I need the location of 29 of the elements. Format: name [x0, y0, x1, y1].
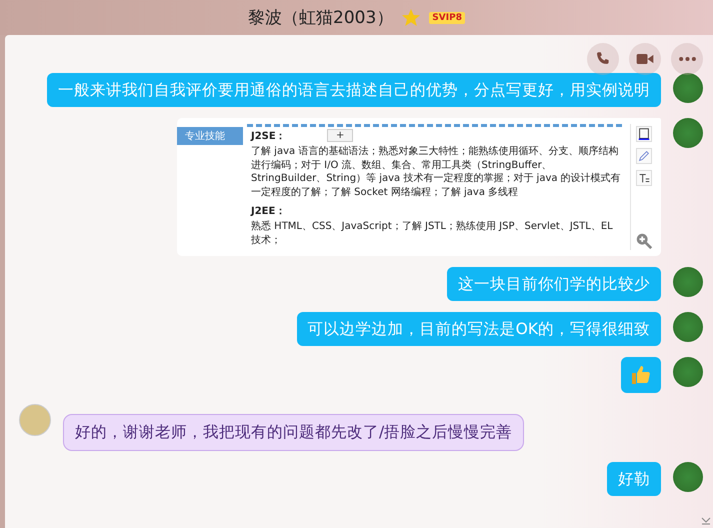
message-bubble: 好勒 [607, 462, 661, 496]
avatar[interactable] [673, 312, 703, 342]
text-icon[interactable] [636, 170, 652, 186]
avatar[interactable] [673, 118, 703, 148]
add-button[interactable]: + [327, 129, 354, 142]
zoom-in-icon[interactable] [635, 232, 653, 250]
message-bubble: 可以边学边加，目前的写法是OK的，写得很细致 [296, 312, 661, 346]
message-bubble: 好的，谢谢老师，我把现有的问题都先改了/捂脸之后慢慢完善 [63, 414, 524, 451]
message-bubble: 一般来讲我们自我评价要用通俗的语言去描述自己的优势，分点写更好，用实例说明 [47, 73, 661, 108]
skill-paragraph: 熟悉 HTML、CSS、JavaScript；了解 JSTL；熟练使用 JSP、Servlet、JSTL、EL 技术； [251, 220, 614, 248]
star-icon [401, 8, 422, 28]
chevron-icon[interactable] [701, 516, 711, 526]
crop-icon[interactable] [636, 126, 652, 142]
video-button[interactable] [629, 43, 661, 75]
more-icon [678, 57, 696, 61]
more-button[interactable] [671, 43, 703, 75]
message-bubble: 这一块目前你们学的比较少 [447, 267, 661, 302]
skill-paragraph: 了解 java 语言的基础语法；熟悉对象三大特性；能熟练使用循环、分支、顺序结构进行编码；对于 I/O 流、数组、集合、常用工具类（StringBuffer、StringBuilder、String）等 java 技术有一定程度的掌握；对于 java 的设计模式有一定程度的了解；了解 Socket 网络编程；了解 java 多线程 [251, 145, 622, 200]
pen-icon[interactable] [636, 148, 652, 164]
section-heading: J2EE： [251, 205, 286, 218]
section-heading: J2SE： [251, 130, 286, 144]
window-title: 黎波（虹猫2003） [248, 7, 394, 29]
avatar[interactable] [673, 357, 703, 388]
vip-badge: SVIP8 [429, 12, 465, 24]
section-label: 专业技能 [177, 127, 243, 146]
avatar[interactable] [673, 73, 703, 103]
avatar[interactable] [673, 462, 703, 492]
avatar[interactable] [673, 267, 703, 298]
phone-button[interactable] [587, 43, 619, 75]
